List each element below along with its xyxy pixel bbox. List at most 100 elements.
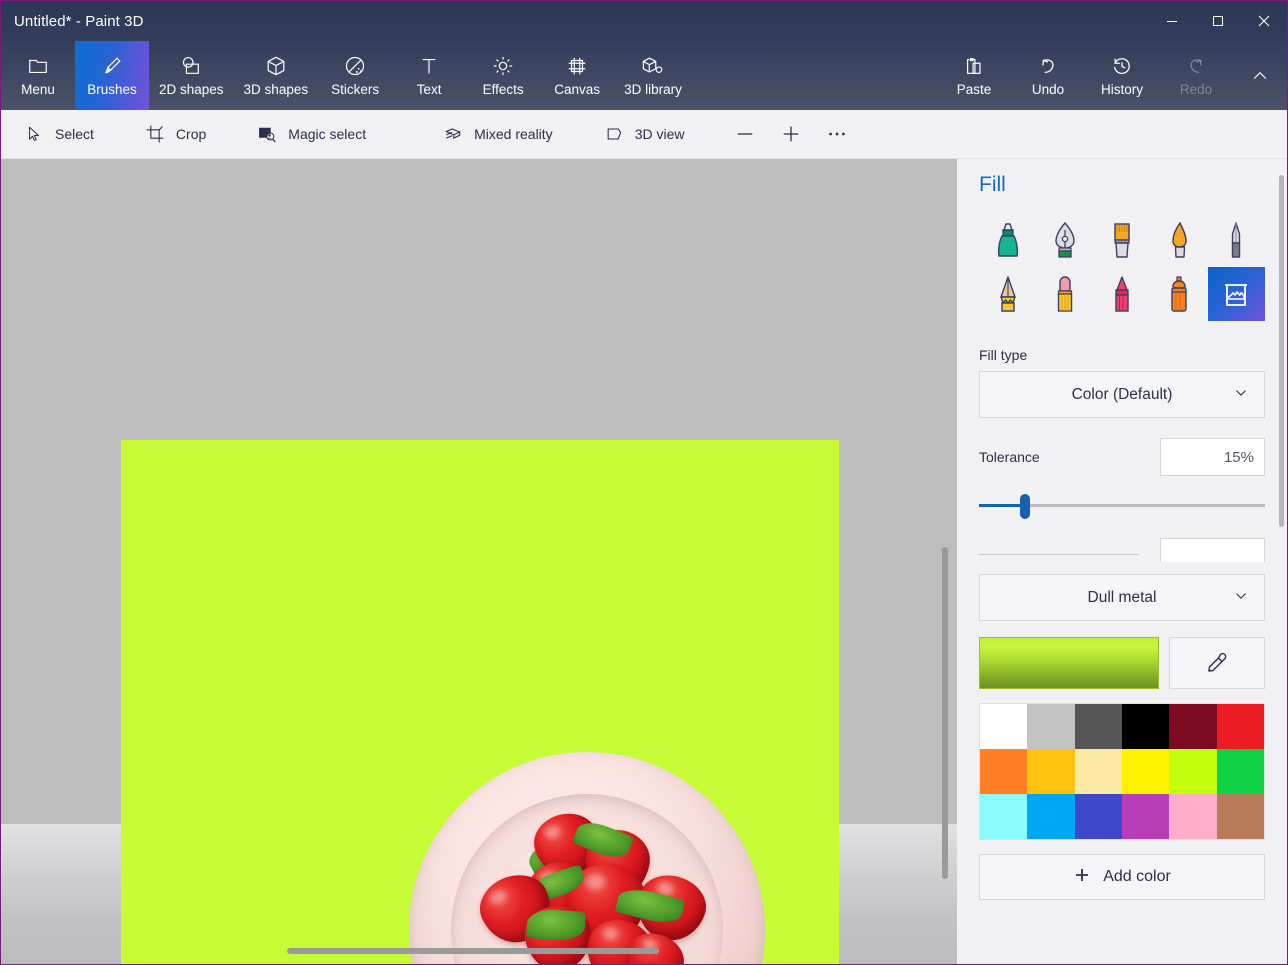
- tool-label: Select: [55, 126, 94, 142]
- ribbon-label: Brushes: [87, 82, 137, 97]
- tolerance-slider[interactable]: [979, 494, 1265, 519]
- color-swatch[interactable]: [1027, 749, 1075, 794]
- canvas-horizontal-scrollbar[interactable]: [287, 948, 659, 954]
- ribbon-label: Menu: [21, 82, 55, 97]
- color-swatch[interactable]: [1216, 749, 1264, 794]
- ribbon-label: 2D shapes: [159, 82, 224, 97]
- eyedropper-button[interactable]: [1169, 637, 1265, 689]
- minimize-icon: [1167, 21, 1177, 22]
- brush-calligraphy-pen[interactable]: [1036, 213, 1093, 267]
- artwork-canvas[interactable]: [121, 440, 839, 964]
- slider-thumb[interactable]: [1019, 494, 1030, 519]
- canvas-workspace[interactable]: [1, 159, 957, 964]
- ribbon-item-effects[interactable]: Effects: [466, 41, 540, 110]
- more-options-button[interactable]: [814, 114, 860, 154]
- chevron-down-icon: [1232, 383, 1250, 406]
- fill-type-dropdown[interactable]: Color (Default): [979, 371, 1265, 418]
- color-swatch[interactable]: [1216, 794, 1264, 839]
- ribbon-item-paste[interactable]: Paste: [937, 41, 1011, 110]
- tool-options-panel: Fill Fill type Color (Default) Tolerance…: [957, 159, 1287, 964]
- close-icon: [1258, 15, 1270, 27]
- secondary-value-input[interactable]: [1160, 538, 1265, 562]
- color-swatch[interactable]: [1216, 704, 1264, 749]
- color-swatch[interactable]: [1169, 794, 1217, 839]
- zoom-out-button[interactable]: [722, 114, 768, 154]
- redo-icon: [1185, 54, 1207, 78]
- ribbon-item-stickers[interactable]: Stickers: [318, 41, 392, 110]
- color-swatch[interactable]: [980, 704, 1028, 749]
- current-color-swatch[interactable]: [979, 637, 1159, 689]
- secondary-slider-partial[interactable]: [979, 538, 1265, 562]
- 3d-library-icon: [641, 54, 665, 78]
- collapse-ribbon-button[interactable]: [1233, 41, 1287, 110]
- minimize-button[interactable]: [1149, 1, 1195, 41]
- ribbon-item-3d-library[interactable]: 3D library: [614, 41, 692, 110]
- ribbon-item-redo[interactable]: Redo: [1159, 41, 1233, 110]
- minus-icon: [734, 123, 756, 145]
- color-swatch[interactable]: [1121, 704, 1170, 749]
- stickers-icon: [344, 54, 366, 78]
- eraser-icon: [1057, 276, 1072, 312]
- tool-select[interactable]: Select: [11, 114, 106, 154]
- tool-label: 3D view: [634, 126, 685, 142]
- brush-crayon[interactable]: [1093, 267, 1150, 321]
- ribbon-item-history[interactable]: History: [1085, 41, 1159, 110]
- ribbon-item-brushes[interactable]: Brushes: [75, 41, 149, 110]
- zoom-in-button[interactable]: [768, 114, 814, 154]
- canvas-icon: [566, 54, 588, 78]
- window-title: Untitled* - Paint 3D: [14, 12, 144, 30]
- color-swatch[interactable]: [1027, 704, 1075, 749]
- ribbon-item-menu[interactable]: Menu: [1, 41, 75, 110]
- plate-with-strawberries: [409, 752, 765, 964]
- color-swatch[interactable]: [1074, 794, 1122, 839]
- ribbon-item-2d-shapes[interactable]: 2D shapes: [149, 41, 234, 110]
- color-swatch[interactable]: [1074, 749, 1122, 794]
- color-swatch[interactable]: [980, 794, 1028, 839]
- paint3d-window: Untitled* - Paint 3D Menu Brushes 2D sha…: [0, 0, 1288, 965]
- watercolor-brush-icon: [1172, 221, 1187, 258]
- ribbon-item-undo[interactable]: Undo: [1011, 41, 1085, 110]
- maximize-button[interactable]: [1195, 1, 1241, 41]
- marker-icon: [997, 223, 1018, 257]
- ribbon-label: Paste: [956, 82, 992, 97]
- tolerance-input[interactable]: 15%: [1160, 438, 1265, 476]
- color-swatch[interactable]: [1121, 794, 1170, 839]
- brush-eraser[interactable]: [1036, 267, 1093, 321]
- ribbon-left-group: Menu Brushes 2D shapes 3D shapes Sticker…: [1, 41, 692, 110]
- add-color-button[interactable]: Add color: [979, 854, 1265, 900]
- cursor-select-icon: [23, 125, 45, 143]
- brush-oil[interactable]: [1093, 213, 1150, 267]
- tool-crop[interactable]: Crop: [132, 114, 218, 154]
- tool-label: Magic select: [288, 126, 367, 142]
- color-swatch[interactable]: [1074, 704, 1122, 749]
- brush-spray-can[interactable]: [1151, 267, 1208, 321]
- canvas-vertical-scrollbar[interactable]: [942, 547, 948, 879]
- brush-watercolor[interactable]: [1151, 213, 1208, 267]
- ribbon-label: 3D shapes: [243, 82, 309, 97]
- plus-icon: [780, 123, 802, 145]
- color-swatch[interactable]: [1027, 794, 1075, 839]
- ribbon-item-3d-shapes[interactable]: 3D shapes: [234, 41, 319, 110]
- material-dropdown[interactable]: Dull metal: [979, 574, 1265, 621]
- tool-3d-view[interactable]: 3D view: [591, 114, 697, 154]
- brush-picker-grid: [979, 213, 1265, 321]
- ribbon-item-text[interactable]: Text: [392, 41, 466, 110]
- brush-pencil[interactable]: [979, 267, 1036, 321]
- tool-mixed-reality[interactable]: Mixed reality: [430, 114, 565, 154]
- color-swatch[interactable]: [1121, 749, 1170, 794]
- menu-folder-icon: [27, 54, 49, 78]
- ribbon-item-canvas[interactable]: Canvas: [540, 41, 614, 110]
- window-controls: [1149, 1, 1287, 41]
- undo-icon: [1037, 54, 1059, 78]
- close-button[interactable]: [1241, 1, 1287, 41]
- panel-scrollbar[interactable]: [1279, 175, 1284, 527]
- tool-magic-select[interactable]: Magic select: [244, 114, 378, 154]
- brush-fill-bucket[interactable]: [1207, 267, 1265, 321]
- color-swatch[interactable]: [980, 749, 1028, 794]
- brush-pixel-pen[interactable]: [1208, 213, 1265, 267]
- ribbon-toolbar: Menu Brushes 2D shapes 3D shapes Sticker…: [1, 41, 1287, 110]
- color-swatch[interactable]: [1169, 704, 1217, 749]
- brush-marker[interactable]: [979, 213, 1036, 267]
- color-swatch[interactable]: [1169, 749, 1217, 794]
- chevron-down-icon: [1232, 586, 1250, 609]
